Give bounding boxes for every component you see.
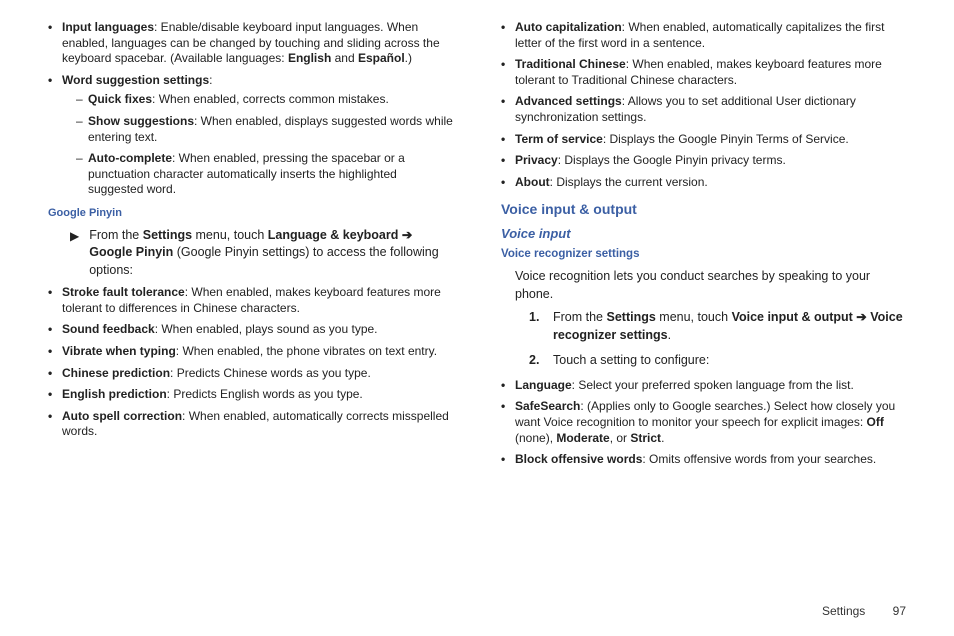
list-item: Block offensive words: Omits offensive w… <box>501 452 906 468</box>
list-item: English prediction: Predicts English wor… <box>48 387 453 403</box>
term: Strict <box>630 431 661 445</box>
step-item: From the Settings menu, touch Voice inpu… <box>529 309 906 344</box>
footer-section: Settings <box>822 604 865 618</box>
voice-recognition-paragraph: Voice recognition lets you conduct searc… <box>515 268 906 303</box>
page-body: Input languages: Enable/disable keyboard… <box>0 0 954 600</box>
pinyin-continued-list: Auto capitalization: When enabled, autom… <box>501 20 906 190</box>
text: (none), <box>515 431 556 445</box>
term: Word suggestion settings <box>62 73 209 87</box>
text: , or <box>610 431 631 445</box>
list-item: Advanced settings: Allows you to set add… <box>501 94 906 125</box>
list-item: About: Displays the current version. <box>501 175 906 191</box>
desc: : When enabled, plays sound as you type. <box>155 322 378 336</box>
term: English prediction <box>62 387 167 401</box>
voice-io-heading: Voice input & output <box>501 200 906 219</box>
term: Auto-complete <box>88 151 172 165</box>
term: Off <box>867 415 884 429</box>
list-item: Auto capitalization: When enabled, autom… <box>501 20 906 51</box>
term: Moderate <box>556 431 609 445</box>
term: Auto spell correction <box>62 409 182 423</box>
voice-recognizer-heading: Voice recognizer settings <box>501 247 906 263</box>
steps-list: From the Settings menu, touch Voice inpu… <box>529 309 906 370</box>
list-item: Auto-complete: When enabled, pressing th… <box>76 151 453 198</box>
text: : <box>209 73 212 87</box>
step-item: Touch a setting to configure: <box>529 352 906 370</box>
desc: : Displays the Google Pinyin Terms of Se… <box>603 132 849 146</box>
list-item: Word suggestion settings: Quick fixes: W… <box>48 73 453 198</box>
list-item: Traditional Chinese: When enabled, makes… <box>501 57 906 88</box>
lang2: Español <box>358 51 405 65</box>
term: Auto capitalization <box>515 20 622 34</box>
voice-settings-list: Language: Select your preferred spoken l… <box>501 378 906 468</box>
term: Term of service <box>515 132 603 146</box>
voice-input-heading: Voice input <box>501 225 906 243</box>
text: menu, touch <box>192 228 268 242</box>
term: Sound feedback <box>62 322 155 336</box>
list-item: Input languages: Enable/disable keyboard… <box>48 20 453 67</box>
term: Settings <box>607 310 656 324</box>
arrow-instruction: ▶ From the Settings menu, touch Language… <box>70 227 453 280</box>
list-item: Privacy: Displays the Google Pinyin priv… <box>501 153 906 169</box>
list-item: Show suggestions: When enabled, displays… <box>76 114 453 145</box>
right-column: Auto capitalization: When enabled, autom… <box>501 20 906 590</box>
left-column: Input languages: Enable/disable keyboard… <box>48 20 453 590</box>
term: Chinese prediction <box>62 366 170 380</box>
term: Show suggestions <box>88 114 194 128</box>
dash-list: Quick fixes: When enabled, corrects comm… <box>76 92 453 198</box>
list-item: SafeSearch: (Applies only to Google sear… <box>501 399 906 446</box>
list-item: Language: Select your preferred spoken l… <box>501 378 906 394</box>
desc: : Predicts English words as you type. <box>167 387 363 401</box>
text: and <box>331 51 358 65</box>
desc: : Displays the Google Pinyin privacy ter… <box>558 153 786 167</box>
text: . <box>661 431 664 445</box>
pinyin-bullet-list: Stroke fault tolerance: When enabled, ma… <box>48 285 453 440</box>
term: Vibrate when typing <box>62 344 176 358</box>
list-item: Auto spell correction: When enabled, aut… <box>48 409 453 440</box>
list-item: Vibrate when typing: When enabled, the p… <box>48 344 453 360</box>
term: Block offensive words <box>515 452 642 466</box>
text: . <box>668 328 671 342</box>
desc: : Omits offensive words from your search… <box>642 452 876 466</box>
term: Language <box>515 378 572 392</box>
term: Advanced settings <box>515 94 622 108</box>
page-number: 97 <box>893 604 906 618</box>
list-item: Sound feedback: When enabled, plays soun… <box>48 322 453 338</box>
desc: : When enabled, corrects common mistakes… <box>152 92 389 106</box>
term: Quick fixes <box>88 92 152 106</box>
arrow-text: From the Settings menu, touch Language &… <box>89 227 453 280</box>
top-bullet-list: Input languages: Enable/disable keyboard… <box>48 20 453 198</box>
google-pinyin-heading: Google Pinyin <box>48 206 453 221</box>
page-footer: Settings 97 <box>0 600 954 618</box>
desc: : Predicts Chinese words as you type. <box>170 366 371 380</box>
list-item: Term of service: Displays the Google Pin… <box>501 132 906 148</box>
term: Privacy <box>515 153 558 167</box>
list-item: Chinese prediction: Predicts Chinese wor… <box>48 366 453 382</box>
arrow-icon: ▶ <box>70 228 79 244</box>
term: Traditional Chinese <box>515 57 626 71</box>
list-item: Stroke fault tolerance: When enabled, ma… <box>48 285 453 316</box>
term: Settings <box>143 228 192 242</box>
text: menu, touch <box>656 310 732 324</box>
desc: : When enabled, the phone vibrates on te… <box>176 344 437 358</box>
term: SafeSearch <box>515 399 580 413</box>
text: From the <box>553 310 607 324</box>
text: .) <box>405 51 412 65</box>
term: Input languages <box>62 20 154 34</box>
text: Touch a setting to configure: <box>553 353 709 367</box>
text: From the <box>89 228 143 242</box>
term: Stroke fault tolerance <box>62 285 185 299</box>
lang1: English <box>288 51 331 65</box>
desc: : Displays the current version. <box>550 175 708 189</box>
desc: : Select your preferred spoken language … <box>572 378 854 392</box>
list-item: Quick fixes: When enabled, corrects comm… <box>76 92 453 108</box>
term: About <box>515 175 550 189</box>
